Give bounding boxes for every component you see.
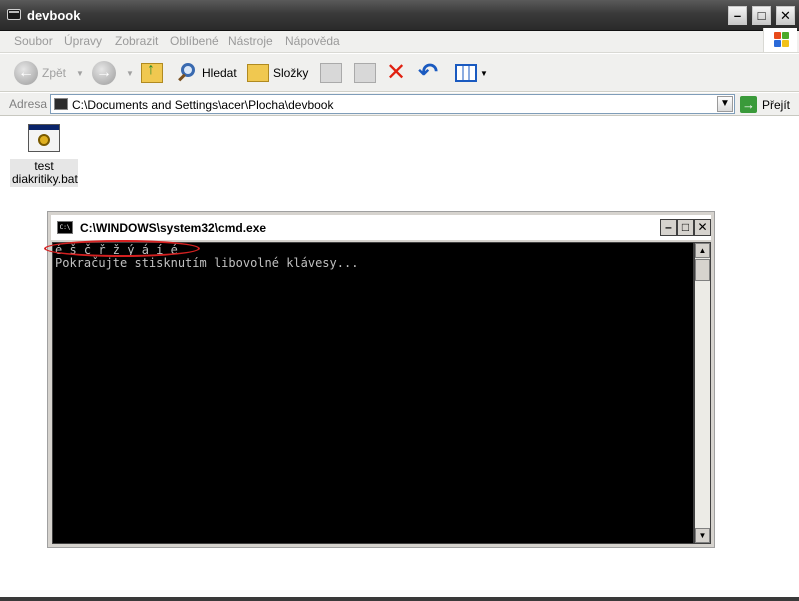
menu-bar: Soubor Úpravy Zobrazit Oblíbené Nástroje… [0,31,799,53]
go-arrow-icon: → [740,96,757,113]
cmd-title-bar[interactable]: C:\ C:\WINDOWS\system32\cmd.exe – □ ✕ [51,215,711,240]
maximize-button[interactable]: □ [752,6,771,25]
address-bar: Adresa C:\Documents and Settings\acer\Pl… [0,93,799,116]
go-button[interactable]: → Přejít [740,96,790,113]
forward-arrow-icon: → [92,61,116,85]
folders-icon [247,64,269,82]
scroll-up-icon[interactable]: ▲ [695,243,710,258]
scroll-down-icon[interactable]: ▼ [695,528,710,543]
explorer-title-bar[interactable]: devbook – □ ✕ [0,0,799,31]
copy-to-icon [354,63,376,83]
search-button[interactable]: Hledat [176,59,237,87]
console-line: Pokračujte stisknutím libovolné klávesy.… [55,256,359,270]
window-bottom-border [0,597,799,601]
back-arrow-icon: ← [14,61,38,85]
views-button[interactable]: ▼ [455,59,488,87]
back-dropdown-icon[interactable]: ▼ [76,69,84,78]
search-icon [176,62,198,84]
copy-to-button[interactable] [354,59,376,87]
console-scrollbar[interactable]: ▲ ▼ [694,242,711,544]
menu-favorites[interactable]: Oblíbené [170,34,219,48]
address-label: Adresa [9,97,48,111]
file-item[interactable]: test diakritiky.bat [10,124,78,187]
forward-dropdown-icon[interactable]: ▼ [126,69,134,78]
move-to-icon [320,63,342,83]
standard-toolbar: ← Zpět ▼ → ▼ ↑ Hledat Složky ✕ ↶ ▼ [0,54,799,92]
menu-view[interactable]: Zobrazit [115,34,158,48]
address-dropdown-icon[interactable]: ▼ [717,96,733,112]
menu-file[interactable]: Soubor [14,34,53,48]
window-title: devbook [27,8,81,23]
up-folder-button[interactable]: ↑ [141,59,163,87]
gear-icon [38,134,50,146]
menu-tools[interactable]: Nástroje [228,34,273,48]
console-output[interactable]: é š č ř ž ý á í é Pokračujte stisknutím l… [52,242,694,544]
red-highlight-ellipse [44,240,200,257]
go-label: Přejít [762,97,791,112]
batch-file-icon [28,124,60,152]
folder-window-icon [7,9,21,20]
undo-icon: ↶ [418,59,439,86]
search-label: Hledat [202,66,237,80]
scroll-thumb[interactable] [695,259,710,281]
address-value[interactable]: C:\Documents and Settings\acer\Plocha\de… [72,98,333,112]
folders-label: Složky [273,66,309,80]
up-folder-icon: ↑ [141,62,163,83]
menu-help[interactable]: Nápověda [285,34,340,48]
undo-button[interactable]: ↶ [418,59,438,87]
console-icon: C:\ [57,221,73,234]
back-button[interactable]: ← Zpět ▼ [14,59,84,87]
folders-button[interactable]: Složky [247,59,308,87]
cmd-window[interactable]: C:\ C:\WINDOWS\system32\cmd.exe – □ ✕ é … [47,211,715,548]
folder-icon [54,98,68,110]
delete-x-icon: ✕ [386,59,407,86]
windows-logo-icon [763,28,797,52]
close-button[interactable]: ✕ [776,6,795,25]
views-dropdown-icon: ▼ [480,68,488,78]
forward-button[interactable]: → ▼ [92,59,134,87]
move-to-button[interactable] [320,59,342,87]
cmd-title: C:\WINDOWS\system32\cmd.exe [80,221,267,235]
menu-edit[interactable]: Úpravy [64,34,102,48]
delete-button[interactable]: ✕ [386,59,406,87]
address-input[interactable]: C:\Documents and Settings\acer\Plocha\de… [50,94,735,114]
cmd-close-button[interactable]: ✕ [694,219,711,236]
file-name: test diakritiky.bat [10,159,78,187]
cmd-maximize-button[interactable]: □ [677,219,694,236]
minimize-button[interactable]: – [728,6,747,25]
cmd-minimize-button[interactable]: – [660,219,677,236]
back-label: Zpět [42,66,67,80]
views-grid-icon [455,64,477,82]
